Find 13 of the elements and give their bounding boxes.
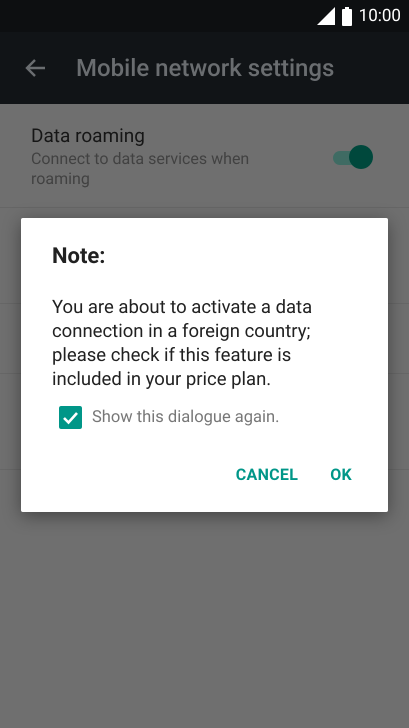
setting-title: Data roaming [31,124,146,147]
checkbox[interactable] [59,406,82,429]
dialog-button[interactable]: OK [318,457,364,492]
signal-icon [316,7,335,25]
checkbox-label[interactable]: Show this dialogue again. [92,408,280,427]
battery-icon [342,6,352,26]
back-arrow-icon[interactable] [24,58,46,78]
screen-title: Mobile network settings [76,54,334,82]
dialog-title: Note: [52,244,106,269]
dialog-button[interactable]: CANCEL [224,457,310,492]
toggle-switch[interactable] [331,144,375,170]
clock: 10:00 [358,6,401,26]
dialog-message: You are about to activate a data connection in a foreign country; please check if this feature is included in your price plan. [52,295,314,391]
